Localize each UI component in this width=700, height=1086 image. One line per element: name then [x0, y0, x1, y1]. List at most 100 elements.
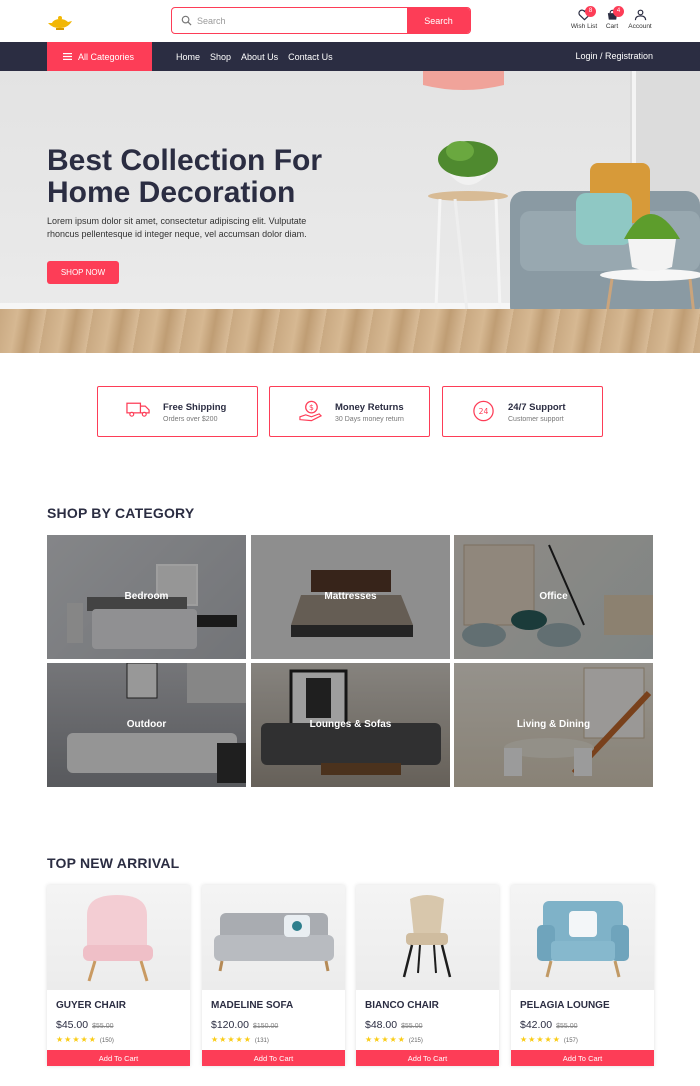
cart-link[interactable]: 4 Cart — [597, 6, 627, 30]
old-price: $150.00 — [252, 1023, 279, 1030]
account-link[interactable]: Account — [625, 9, 655, 30]
product-price: $45.00 $55.00 — [56, 1019, 114, 1031]
account-label: Account — [628, 23, 652, 30]
svg-text:$: $ — [309, 403, 314, 412]
nav-links: Home Shop About Us Contact Us — [176, 42, 333, 71]
review-count: (215) — [408, 1038, 423, 1044]
add-to-cart-button[interactable]: Add To Cart — [511, 1050, 654, 1066]
support-24-icon: 24 — [473, 400, 494, 422]
site-header: Search 8 Wish List 4 Cart Account — [0, 0, 700, 42]
nav-link-contact[interactable]: Contact Us — [288, 52, 333, 62]
current-price: $45.00 — [56, 1019, 89, 1031]
feature-title: Free Shipping — [163, 402, 227, 413]
review-count: (150) — [99, 1038, 114, 1044]
category-label: Lounges & Sofas — [309, 719, 392, 730]
category-label: Mattresses — [324, 591, 377, 602]
lamp-logo-icon[interactable] — [46, 14, 74, 30]
hero-banner: Best Collection For Home Decoration Lore… — [0, 71, 700, 353]
rating-stars: ★★★★★ (131) — [211, 1035, 269, 1044]
product-image[interactable] — [202, 885, 345, 990]
old-price: $55.00 — [401, 1023, 423, 1030]
product-name[interactable]: PELAGIA LOUNGE — [520, 1000, 610, 1011]
category-label: Living & Dining — [516, 719, 591, 730]
svg-text:24: 24 — [479, 407, 489, 416]
rating-stars: ★★★★★ (157) — [520, 1035, 578, 1044]
login-registration-link[interactable]: Login / Registration — [575, 42, 653, 71]
feature-title: Money Returns — [335, 402, 404, 413]
review-count: (131) — [254, 1038, 269, 1044]
feature-money-returns: $ Money Returns 30 Days money return — [269, 386, 430, 437]
shop-now-button[interactable]: SHOP NOW — [47, 261, 119, 284]
user-icon — [634, 9, 646, 21]
beige-chair-icon — [402, 895, 452, 978]
rating-stars: ★★★★★ (215) — [365, 1035, 423, 1044]
star-icons: ★★★★★ — [520, 1035, 561, 1044]
search-icon — [181, 15, 192, 26]
category-living-dining[interactable]: Living & Dining — [454, 663, 653, 787]
feature-title: 24/7 Support — [508, 402, 566, 413]
feature-support: 24 24/7 Support Customer support — [442, 386, 603, 437]
product-name[interactable]: BIANCO CHAIR — [365, 1000, 439, 1011]
search-button[interactable]: Search — [407, 8, 470, 33]
feature-subtitle: 30 Days money return — [335, 416, 404, 423]
top-new-arrival-heading: TOP NEW ARRIVAL — [47, 855, 180, 871]
wishlist-label: Wish List — [570, 23, 598, 30]
hero-title: Best Collection For Home Decoration — [47, 144, 323, 209]
category-lounges-sofas[interactable]: Lounges & Sofas — [251, 663, 450, 787]
current-price: $48.00 — [365, 1019, 398, 1031]
product-card-pelagia-lounge[interactable]: PELAGIA LOUNGE $42.00 $55.00 ★★★★★ (157) A… — [511, 885, 654, 1066]
gray-sofa-icon — [214, 913, 334, 972]
category-label: Bedroom — [124, 591, 169, 602]
search-input[interactable] — [172, 8, 407, 33]
wishlist-link[interactable]: 8 Wish List — [569, 6, 599, 30]
product-price: $42.00 $55.00 — [520, 1019, 578, 1031]
current-price: $42.00 — [520, 1019, 553, 1031]
category-mattresses[interactable]: Mattresses — [251, 535, 450, 659]
old-price: $55.00 — [556, 1023, 578, 1030]
category-bedroom[interactable]: Bedroom — [47, 535, 246, 659]
nav-link-home[interactable]: Home — [176, 52, 200, 62]
nav-link-shop[interactable]: Shop — [210, 52, 231, 62]
add-to-cart-button[interactable]: Add To Cart — [356, 1050, 499, 1066]
product-name[interactable]: MADELINE SOFA — [211, 1000, 293, 1011]
nav-link-about[interactable]: About Us — [241, 52, 278, 62]
product-card-madeline-sofa[interactable]: MADELINE SOFA $120.00 $150.00 ★★★★★ (131) … — [202, 885, 345, 1066]
product-price: $48.00 $55.00 — [365, 1019, 423, 1031]
search-bar: Search — [171, 7, 471, 34]
current-price: $120.00 — [211, 1019, 249, 1031]
category-office[interactable]: Office — [454, 535, 653, 659]
product-card-guyer-chair[interactable]: GUYER CHAIR $45.00 $55.00 ★★★★★ (150) Add … — [47, 885, 190, 1066]
truck-icon — [126, 402, 150, 417]
category-label: Office — [539, 591, 568, 602]
hamburger-icon — [63, 53, 72, 60]
product-image[interactable] — [511, 885, 654, 990]
product-image[interactable] — [356, 885, 499, 990]
cart-count-badge: 4 — [613, 6, 624, 17]
add-to-cart-button[interactable]: Add To Cart — [47, 1050, 190, 1066]
star-icons: ★★★★★ — [211, 1035, 252, 1044]
product-price: $120.00 $150.00 — [211, 1019, 278, 1031]
wishlist-count-badge: 8 — [585, 6, 596, 17]
product-card-bianco-chair[interactable]: BIANCO CHAIR $48.00 $55.00 ★★★★★ (215) Add… — [356, 885, 499, 1066]
pink-chair-icon — [83, 895, 153, 982]
old-price: $55.00 — [92, 1023, 114, 1030]
feature-subtitle: Customer support — [508, 416, 564, 423]
rating-stars: ★★★★★ (150) — [56, 1035, 114, 1044]
feature-subtitle: Orders over $200 — [163, 416, 218, 423]
all-categories-button[interactable]: All Categories — [47, 42, 152, 71]
hero-description: Lorem ipsum dolor sit amet, consectetur … — [47, 216, 307, 239]
add-to-cart-button[interactable]: Add To Cart — [202, 1050, 345, 1066]
feature-free-shipping: Free Shipping Orders over $200 — [97, 386, 258, 437]
shop-by-category-heading: SHOP BY CATEGORY — [47, 505, 195, 521]
product-image[interactable] — [47, 885, 190, 990]
star-icons: ★★★★★ — [365, 1035, 406, 1044]
star-icons: ★★★★★ — [56, 1035, 97, 1044]
wooden-floor — [0, 309, 700, 353]
cart-label: Cart — [605, 23, 619, 30]
main-navigation: All Categories Home Shop About Us Contac… — [0, 42, 700, 71]
all-categories-label: All Categories — [78, 51, 135, 62]
category-label: Outdoor — [126, 719, 167, 730]
category-outdoor[interactable]: Outdoor — [47, 663, 246, 787]
review-count: (157) — [563, 1038, 578, 1044]
product-name[interactable]: GUYER CHAIR — [56, 1000, 126, 1011]
